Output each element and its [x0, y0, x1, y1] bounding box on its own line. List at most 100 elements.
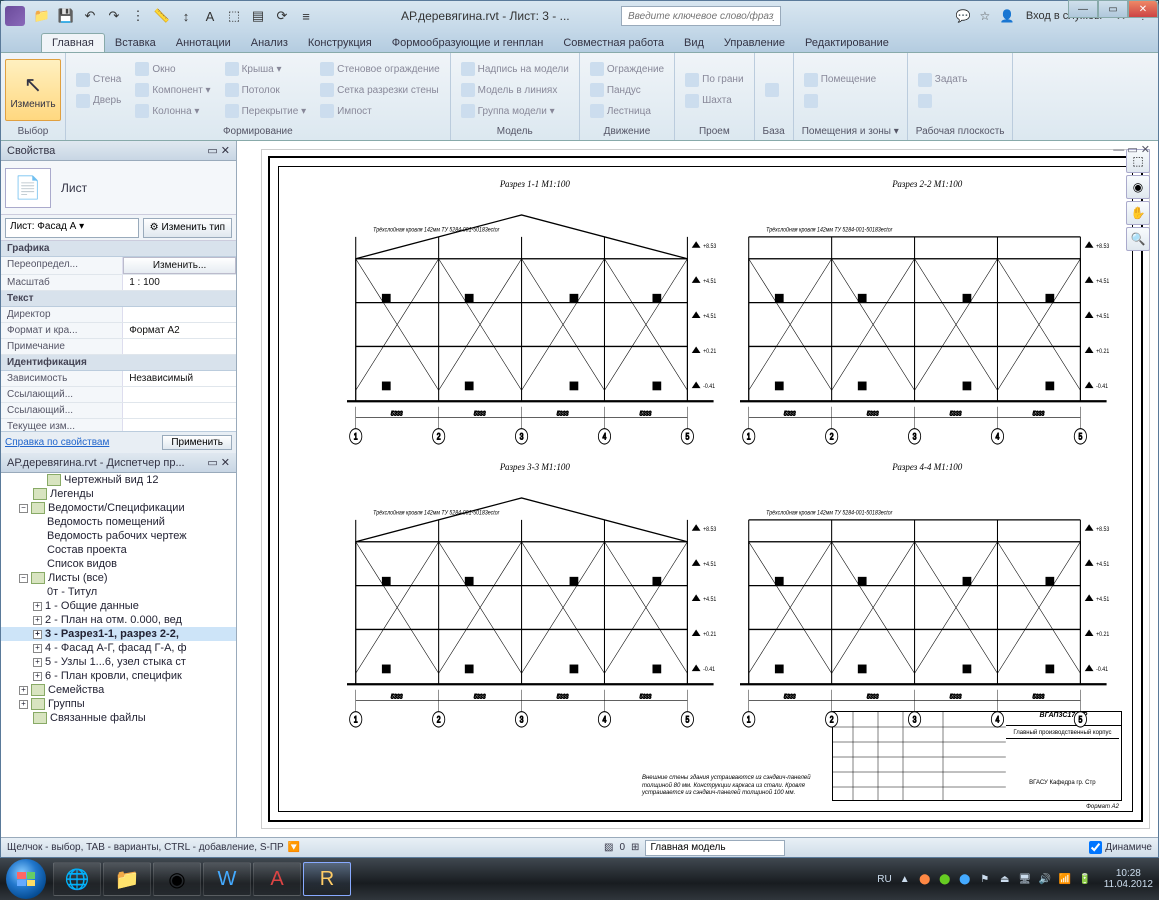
tree-node[interactable]: +2 - План на отм. 0.000, вед: [1, 613, 236, 627]
expander-icon[interactable]: +: [33, 644, 42, 653]
tab-Главная[interactable]: Главная: [41, 33, 105, 52]
modify-button[interactable]: ↖Изменить: [5, 59, 61, 121]
prop-row[interactable]: Текущее изм...: [1, 419, 236, 431]
browser-close-icon[interactable]: ▭ ✕: [207, 456, 230, 469]
tray-vol-icon[interactable]: 🔊: [1038, 872, 1052, 886]
tray-power-icon[interactable]: 🔋: [1078, 872, 1092, 886]
tab-Управление[interactable]: Управление: [714, 34, 795, 52]
minimize-button[interactable]: —: [1068, 0, 1098, 18]
ribbon-button[interactable]: Перекрытие ▾: [219, 101, 313, 121]
ribbon-button[interactable]: Стена: [70, 70, 127, 90]
status-scale-icon[interactable]: ▨: [604, 842, 613, 853]
qat-redo-icon[interactable]: ↷: [103, 5, 125, 27]
prop-row[interactable]: ЗависимостьНезависимый: [1, 371, 236, 387]
task-ie-icon[interactable]: 🌐: [53, 862, 101, 896]
properties-close-icon[interactable]: ▭ ✕: [207, 144, 230, 157]
prop-row[interactable]: Ссылающий...: [1, 403, 236, 419]
tree-node[interactable]: +3 - Разрез1-1, разрез 2-2,: [1, 627, 236, 641]
ribbon-button[interactable]: Пандус: [584, 80, 670, 100]
qat-measure-icon[interactable]: 📏: [151, 5, 173, 27]
tree-node[interactable]: Ведомость рабочих чертеж: [1, 529, 236, 543]
expander-icon[interactable]: −: [19, 504, 28, 513]
ribbon-button[interactable]: [798, 91, 883, 111]
tree-node[interactable]: +6 - План кровли, специфик: [1, 669, 236, 683]
tree-node[interactable]: Список видов: [1, 557, 236, 571]
ribbon-button[interactable]: Лестница: [584, 101, 670, 121]
ribbon-button[interactable]: Задать: [912, 70, 974, 90]
ribbon-button[interactable]: Шахта: [679, 91, 749, 111]
expander-icon[interactable]: +: [33, 672, 42, 681]
start-button[interactable]: [6, 859, 46, 899]
ribbon-button[interactable]: [759, 80, 785, 100]
type-selector-area[interactable]: 📄 Лист: [1, 161, 236, 215]
user-icon[interactable]: 👤: [998, 7, 1016, 25]
elevation-view[interactable]: Разрез 1-1 М1:100 123455333533353335333 …: [347, 193, 722, 451]
comm-icon[interactable]: 💬: [954, 7, 972, 25]
ribbon-button[interactable]: Помещение: [798, 70, 883, 90]
ribbon-button[interactable]: Ограждение: [584, 59, 670, 79]
tray-usb-icon[interactable]: ⏏: [998, 872, 1012, 886]
tray-lang[interactable]: RU: [877, 874, 891, 885]
navwheel-icon[interactable]: ◉: [1126, 175, 1150, 199]
tab-Анализ[interactable]: Анализ: [241, 34, 298, 52]
task-autocad-icon[interactable]: A: [253, 862, 301, 896]
prop-row[interactable]: Примечание: [1, 339, 236, 355]
qat-dim-icon[interactable]: ↕: [175, 5, 197, 27]
prop-row[interactable]: Директор: [1, 307, 236, 323]
zoom-icon[interactable]: 🔍: [1126, 227, 1150, 251]
tray-flag-icon[interactable]: ▲: [898, 872, 912, 886]
pan-icon[interactable]: ✋: [1126, 201, 1150, 225]
apply-button[interactable]: Применить: [162, 435, 232, 450]
expander-icon[interactable]: +: [19, 700, 28, 709]
search-input[interactable]: [621, 6, 781, 26]
close-button[interactable]: ✕: [1128, 0, 1158, 18]
tray-av-icon[interactable]: ⬤: [958, 872, 972, 886]
tree-node[interactable]: Чертежный вид 12: [1, 473, 236, 487]
expander-icon[interactable]: +: [19, 686, 28, 695]
task-revit-icon[interactable]: R: [303, 862, 351, 896]
tree-node[interactable]: 0т - Титул: [1, 585, 236, 599]
prop-row[interactable]: Переопредел...Изменить...: [1, 257, 236, 275]
qat-sync-icon[interactable]: ⟳: [271, 5, 293, 27]
tray-shield-icon[interactable]: ⬤: [918, 872, 932, 886]
qat-3d-icon[interactable]: ⬚: [223, 5, 245, 27]
tray-wifi-icon[interactable]: 📶: [1058, 872, 1072, 886]
expander-icon[interactable]: −: [19, 574, 28, 583]
ribbon-button[interactable]: Стеновое ограждение: [314, 59, 446, 79]
tree-node[interactable]: +Семейства: [1, 683, 236, 697]
qat-text-icon[interactable]: A: [199, 5, 221, 27]
star-icon[interactable]: ☆: [976, 7, 994, 25]
ribbon-button[interactable]: Надпись на модели: [455, 59, 575, 79]
task-explorer-icon[interactable]: 📁: [103, 862, 151, 896]
prop-row[interactable]: Формат и кра...Формат A2: [1, 323, 236, 339]
project-browser[interactable]: Чертежный вид 12Легенды−Ведомости/Специф…: [1, 473, 236, 837]
expander-icon[interactable]: +: [33, 616, 42, 625]
tree-node[interactable]: +1 - Общие данные: [1, 599, 236, 613]
qat-open-icon[interactable]: 📁: [31, 5, 53, 27]
dynamic-checkbox[interactable]: [1089, 841, 1102, 854]
tree-node[interactable]: +4 - Фасад А-Г, фасад Г-А, ф: [1, 641, 236, 655]
status-worksets-icon[interactable]: ⊞: [631, 842, 639, 853]
qat-print-icon[interactable]: ⋮: [127, 5, 149, 27]
edit-type-button[interactable]: ⚙Изменить тип: [143, 218, 232, 238]
tab-Вид[interactable]: Вид: [674, 34, 714, 52]
ribbon-button[interactable]: Потолок: [219, 80, 313, 100]
properties-help-link[interactable]: Справка по свойствам: [5, 437, 109, 448]
prop-category[interactable]: Графика: [1, 241, 236, 257]
ribbon-button[interactable]: Компонент ▾: [129, 80, 216, 100]
expander-icon[interactable]: +: [33, 602, 42, 611]
tree-node[interactable]: +5 - Узлы 1...6, узел стыка ст: [1, 655, 236, 669]
ribbon-button[interactable]: Сетка разрезки стены: [314, 80, 446, 100]
tab-Вставка[interactable]: Вставка: [105, 34, 166, 52]
expander-icon[interactable]: +: [33, 658, 42, 667]
instance-selector[interactable]: Лист: Фасад А ▾: [5, 218, 139, 238]
tree-node[interactable]: Легенды: [1, 487, 236, 501]
tab-Формообразующие и генплан[interactable]: Формообразующие и генплан: [382, 34, 554, 52]
prop-row[interactable]: Ссылающий...: [1, 387, 236, 403]
view-window-controls[interactable]: — ▭ ✕: [1113, 143, 1150, 156]
ribbon-button[interactable]: Крыша ▾: [219, 59, 313, 79]
ribbon-button[interactable]: Дверь: [70, 91, 127, 111]
elevation-view[interactable]: Разрез 4-4 М1:100 123455333533353335333 …: [740, 476, 1115, 734]
tab-Совместная работа[interactable]: Совместная работа: [553, 34, 674, 52]
expander-icon[interactable]: +: [33, 630, 42, 639]
